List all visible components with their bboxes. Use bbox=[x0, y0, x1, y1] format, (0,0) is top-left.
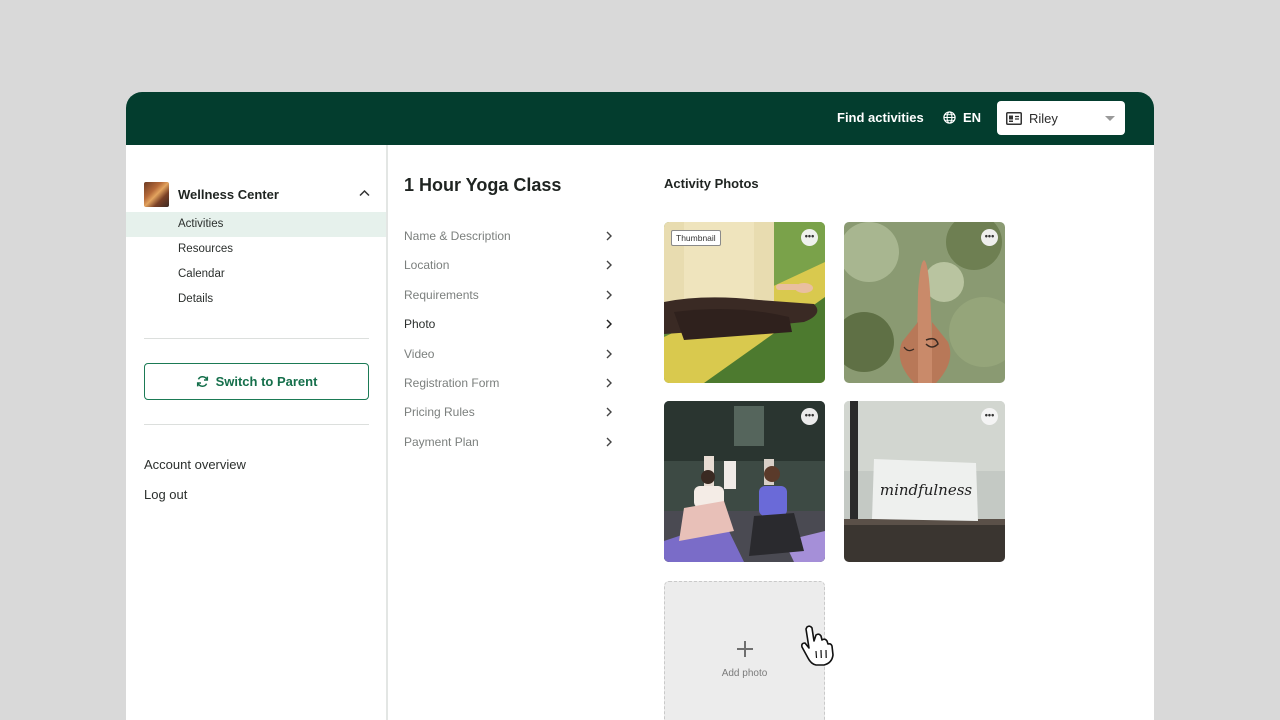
photo-group-class[interactable]: ••• bbox=[664, 401, 825, 562]
more-icon: ••• bbox=[984, 410, 995, 420]
photo-image bbox=[664, 222, 825, 383]
find-activities-link[interactable]: Find activities bbox=[837, 110, 924, 125]
menu-item-label: Video bbox=[404, 346, 435, 361]
menu-item-video[interactable]: Video bbox=[404, 339, 614, 368]
chevron-right-icon bbox=[606, 437, 612, 447]
menu-item-label: Requirements bbox=[404, 287, 479, 302]
chevron-right-icon bbox=[606, 260, 612, 270]
chevron-right-icon bbox=[606, 319, 612, 329]
org-avatar bbox=[144, 181, 169, 207]
org-header[interactable]: Wellness Center bbox=[144, 181, 370, 207]
sidebar-subnav: Activities Resources Calendar Details bbox=[126, 212, 386, 312]
menu-item-label: Pricing Rules bbox=[404, 405, 475, 420]
sidebar-item-activities[interactable]: Activities bbox=[126, 212, 386, 237]
more-options-button[interactable]: ••• bbox=[981, 408, 998, 425]
photo-image: mindfulness bbox=[844, 401, 1005, 562]
photo-image bbox=[664, 401, 825, 562]
chevron-right-icon bbox=[606, 231, 612, 241]
menu-item-label: Registration Form bbox=[404, 375, 500, 390]
menu-item-pricing-rules[interactable]: Pricing Rules bbox=[404, 397, 614, 426]
sidebar-divider bbox=[144, 338, 369, 339]
switch-to-parent-label: Switch to Parent bbox=[215, 374, 318, 389]
logout-link[interactable]: Log out bbox=[144, 487, 187, 502]
org-name: Wellness Center bbox=[178, 186, 279, 202]
hand-cursor-icon bbox=[801, 625, 834, 666]
sidebar-item-details[interactable]: Details bbox=[126, 287, 386, 312]
chevron-up-icon[interactable] bbox=[359, 189, 370, 197]
plus-icon bbox=[737, 641, 753, 657]
more-options-button[interactable]: ••• bbox=[801, 408, 818, 425]
more-icon: ••• bbox=[804, 410, 815, 420]
refresh-icon bbox=[196, 375, 208, 388]
sidebar: Wellness Center Activities Resources Cal… bbox=[126, 145, 388, 720]
account-overview-link[interactable]: Account overview bbox=[144, 457, 246, 472]
chevron-right-icon bbox=[606, 349, 612, 359]
id-card-icon bbox=[1006, 111, 1022, 125]
menu-item-photo[interactable]: Photo bbox=[404, 309, 614, 338]
caret-down-icon bbox=[1105, 116, 1115, 121]
sidebar-divider bbox=[144, 424, 369, 425]
language-selector[interactable]: EN bbox=[943, 110, 981, 125]
photo-meditation[interactable]: Thumbnail ••• bbox=[664, 222, 825, 383]
user-name: Riley bbox=[1029, 110, 1058, 126]
app-window: Find activities EN Riley Wellness Center… bbox=[126, 92, 1154, 720]
menu-item-label: Payment Plan bbox=[404, 434, 479, 449]
globe-icon bbox=[943, 111, 956, 124]
menu-item-location[interactable]: Location bbox=[404, 250, 614, 279]
menu-item-label: Name & Description bbox=[404, 229, 511, 243]
more-options-button[interactable]: ••• bbox=[801, 229, 818, 246]
language-label: EN bbox=[963, 110, 982, 125]
chevron-right-icon bbox=[606, 407, 612, 417]
switch-to-parent-button[interactable]: Switch to Parent bbox=[144, 363, 369, 400]
photo-mindfulness[interactable]: mindfulness ••• bbox=[844, 401, 1005, 562]
thumbnail-badge: Thumbnail bbox=[671, 230, 721, 246]
sidebar-item-resources[interactable]: Resources bbox=[126, 237, 386, 262]
top-bar: Find activities EN Riley bbox=[126, 92, 1154, 145]
menu-item-name-description[interactable]: Name & Description bbox=[404, 221, 614, 250]
photo-prayer-hands[interactable]: ••• bbox=[844, 222, 1005, 383]
chevron-right-icon bbox=[606, 378, 612, 388]
photo-image bbox=[844, 222, 1005, 383]
menu-item-requirements[interactable]: Requirements bbox=[404, 280, 614, 309]
mindfulness-caption: mindfulness bbox=[880, 481, 973, 499]
sidebar-item-calendar[interactable]: Calendar bbox=[126, 262, 386, 287]
menu-item-label: Photo bbox=[404, 317, 436, 332]
more-icon: ••• bbox=[984, 231, 995, 241]
more-icon: ••• bbox=[804, 231, 815, 241]
activity-photos-title: Activity Photos bbox=[664, 176, 759, 191]
more-options-button[interactable]: ••• bbox=[981, 229, 998, 246]
menu-item-label: Location bbox=[404, 258, 450, 273]
menu-item-registration-form[interactable]: Registration Form bbox=[404, 368, 614, 397]
add-photo-label: Add photo bbox=[721, 668, 768, 679]
menu-item-payment-plan[interactable]: Payment Plan bbox=[404, 427, 614, 456]
activity-title: 1 Hour Yoga Class bbox=[404, 175, 562, 195]
user-dropdown[interactable]: Riley bbox=[997, 101, 1125, 135]
activity-menu: Name & Description Location Requirements… bbox=[404, 221, 614, 456]
chevron-right-icon bbox=[606, 290, 612, 300]
